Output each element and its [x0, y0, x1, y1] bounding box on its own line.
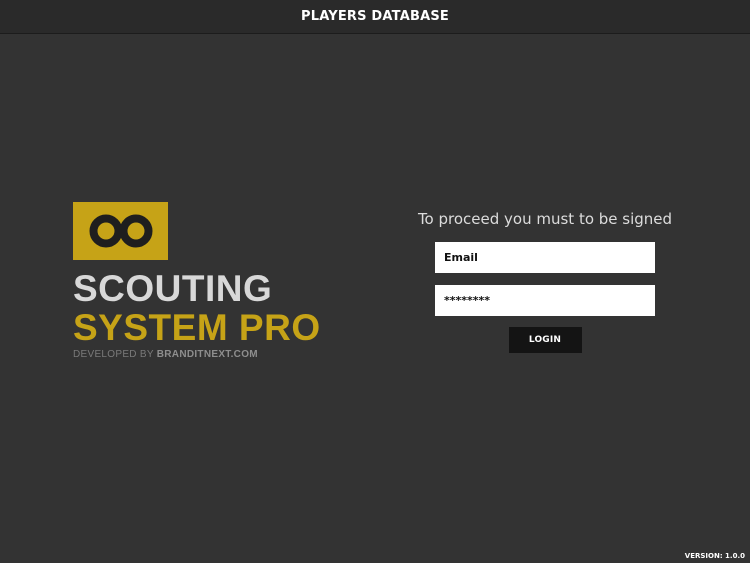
- brand-name-line2: SYSTEM PRO: [73, 307, 321, 348]
- developer-credit-site: BRANDITNEXT.COM: [156, 349, 258, 360]
- login-button[interactable]: LOGIN: [508, 327, 582, 353]
- brand-logo: [73, 202, 168, 260]
- page-title: PLAYERS DATABASE: [301, 9, 449, 24]
- version-label: VERSION: 1.0.0: [684, 552, 745, 560]
- header-bar: PLAYERS DATABASE: [0, 0, 750, 34]
- infinity-icon: [89, 214, 152, 248]
- password-field[interactable]: [435, 285, 655, 316]
- login-form: To proceed you must to be signed LOGIN: [415, 208, 675, 353]
- brand-block: SCOUTING SYSTEM PRO DEVELOPED BY BRANDIT…: [73, 202, 373, 360]
- developer-credit: DEVELOPED BY BRANDITNEXT.COM: [73, 349, 373, 360]
- login-prompt: To proceed you must to be signed: [417, 210, 673, 228]
- brand-name-line1: SCOUTING: [73, 268, 273, 309]
- email-field[interactable]: [435, 242, 655, 273]
- developer-credit-prefix: DEVELOPED BY: [73, 349, 157, 360]
